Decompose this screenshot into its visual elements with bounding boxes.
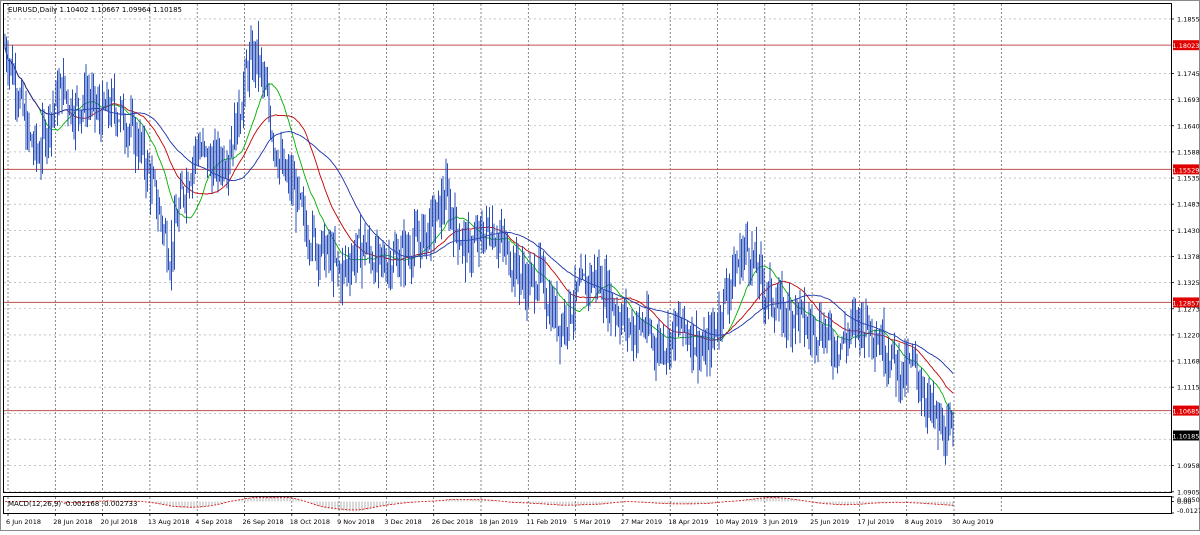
macd-header: MACD(12,26,9) -0.002168 -0.002733 [8,500,137,508]
time-tick-label: 6 Jun 2018 [6,518,41,526]
price-tick-label: 1.12205 [1177,331,1200,339]
time-tick-label: 18 Oct 2018 [290,518,330,526]
price-tick-label: 1.16930 [1177,96,1200,104]
time-tick-label: 20 Jul 2018 [101,518,138,526]
time-tick-label: 28 Jun 2018 [53,518,92,526]
level-price-label: 1.10685 [1173,408,1200,416]
time-tick-label: 3 Jun 2019 [763,518,798,526]
time-tick-label: 11 Feb 2019 [526,518,566,526]
chart-canvas[interactable]: 1.180231.155291.128571.106851.10185 1.18… [0,0,1200,531]
time-tick-label: 18 Apr 2019 [668,518,708,526]
time-tick-label: 27 Mar 2019 [621,518,662,526]
price-tick-label: 1.13780 [1177,253,1200,261]
price-tick-label: 1.14305 [1177,227,1200,235]
current-price-label: 1.10185 [1173,432,1200,440]
time-tick-label: 26 Sep 2018 [243,518,284,526]
time-tick-label: 13 Aug 2018 [148,518,190,526]
time-tick-label: 10 May 2019 [716,518,758,526]
time-tick-label: 17 Jul 2019 [857,518,894,526]
time-tick-label: 3 Dec 2018 [384,518,421,526]
macd-header-group: MACD(12,26,9) -0.002168 -0.002733 [8,500,137,508]
trading-chart-window: 1.18023 1.15529 1.12857 1.10685 1.10185 1.18… [0,0,1200,531]
time-tick-label: 9 Nov 2018 [337,518,375,526]
time-tick-label: 4 Sep 2018 [195,518,232,526]
price-tick-label: 1.11680 [1177,358,1200,366]
price-tick-label: 1.16405 [1177,122,1200,130]
macd-tick-label: -0.01273 [1177,507,1200,515]
time-tick-label: 30 Aug 2019 [952,518,994,526]
macd-tick-label: 0.00 [1177,498,1191,506]
price-tick-label: 1.11155 [1177,384,1200,392]
time-tick-label: 26 Dec 2018 [432,518,474,526]
level-price-label: 1.18023 [1173,42,1200,50]
price-tick-label: 1.18550 [1177,15,1200,23]
chart-header: EURUSD,Daily 1.10402 1.10667 1.09964 1.1… [8,6,182,14]
price-tick-label: 1.17455 [1177,70,1200,78]
price-tick-label: 1.13255 [1177,279,1200,287]
price-tick-label: 1.15355 [1177,175,1200,183]
price-tick-label: 1.09580 [1177,462,1200,470]
price-tick-label: 1.15880 [1177,148,1200,156]
price-tick-label: 1.12730 [1177,305,1200,313]
time-tick-label: 8 Aug 2019 [905,518,943,526]
symbol-header-group: EURUSD,Daily 1.10402 1.10667 1.09964 1.1… [8,6,182,14]
time-tick-label: 5 Mar 2019 [574,518,611,526]
main-plot-area[interactable] [3,3,1172,493]
price-tick-label: 1.14830 [1177,201,1200,209]
level-price-label: 1.15529 [1173,166,1200,174]
time-tick-label: 25 Jun 2019 [810,518,849,526]
time-tick-label: 18 Jan 2019 [479,518,518,526]
